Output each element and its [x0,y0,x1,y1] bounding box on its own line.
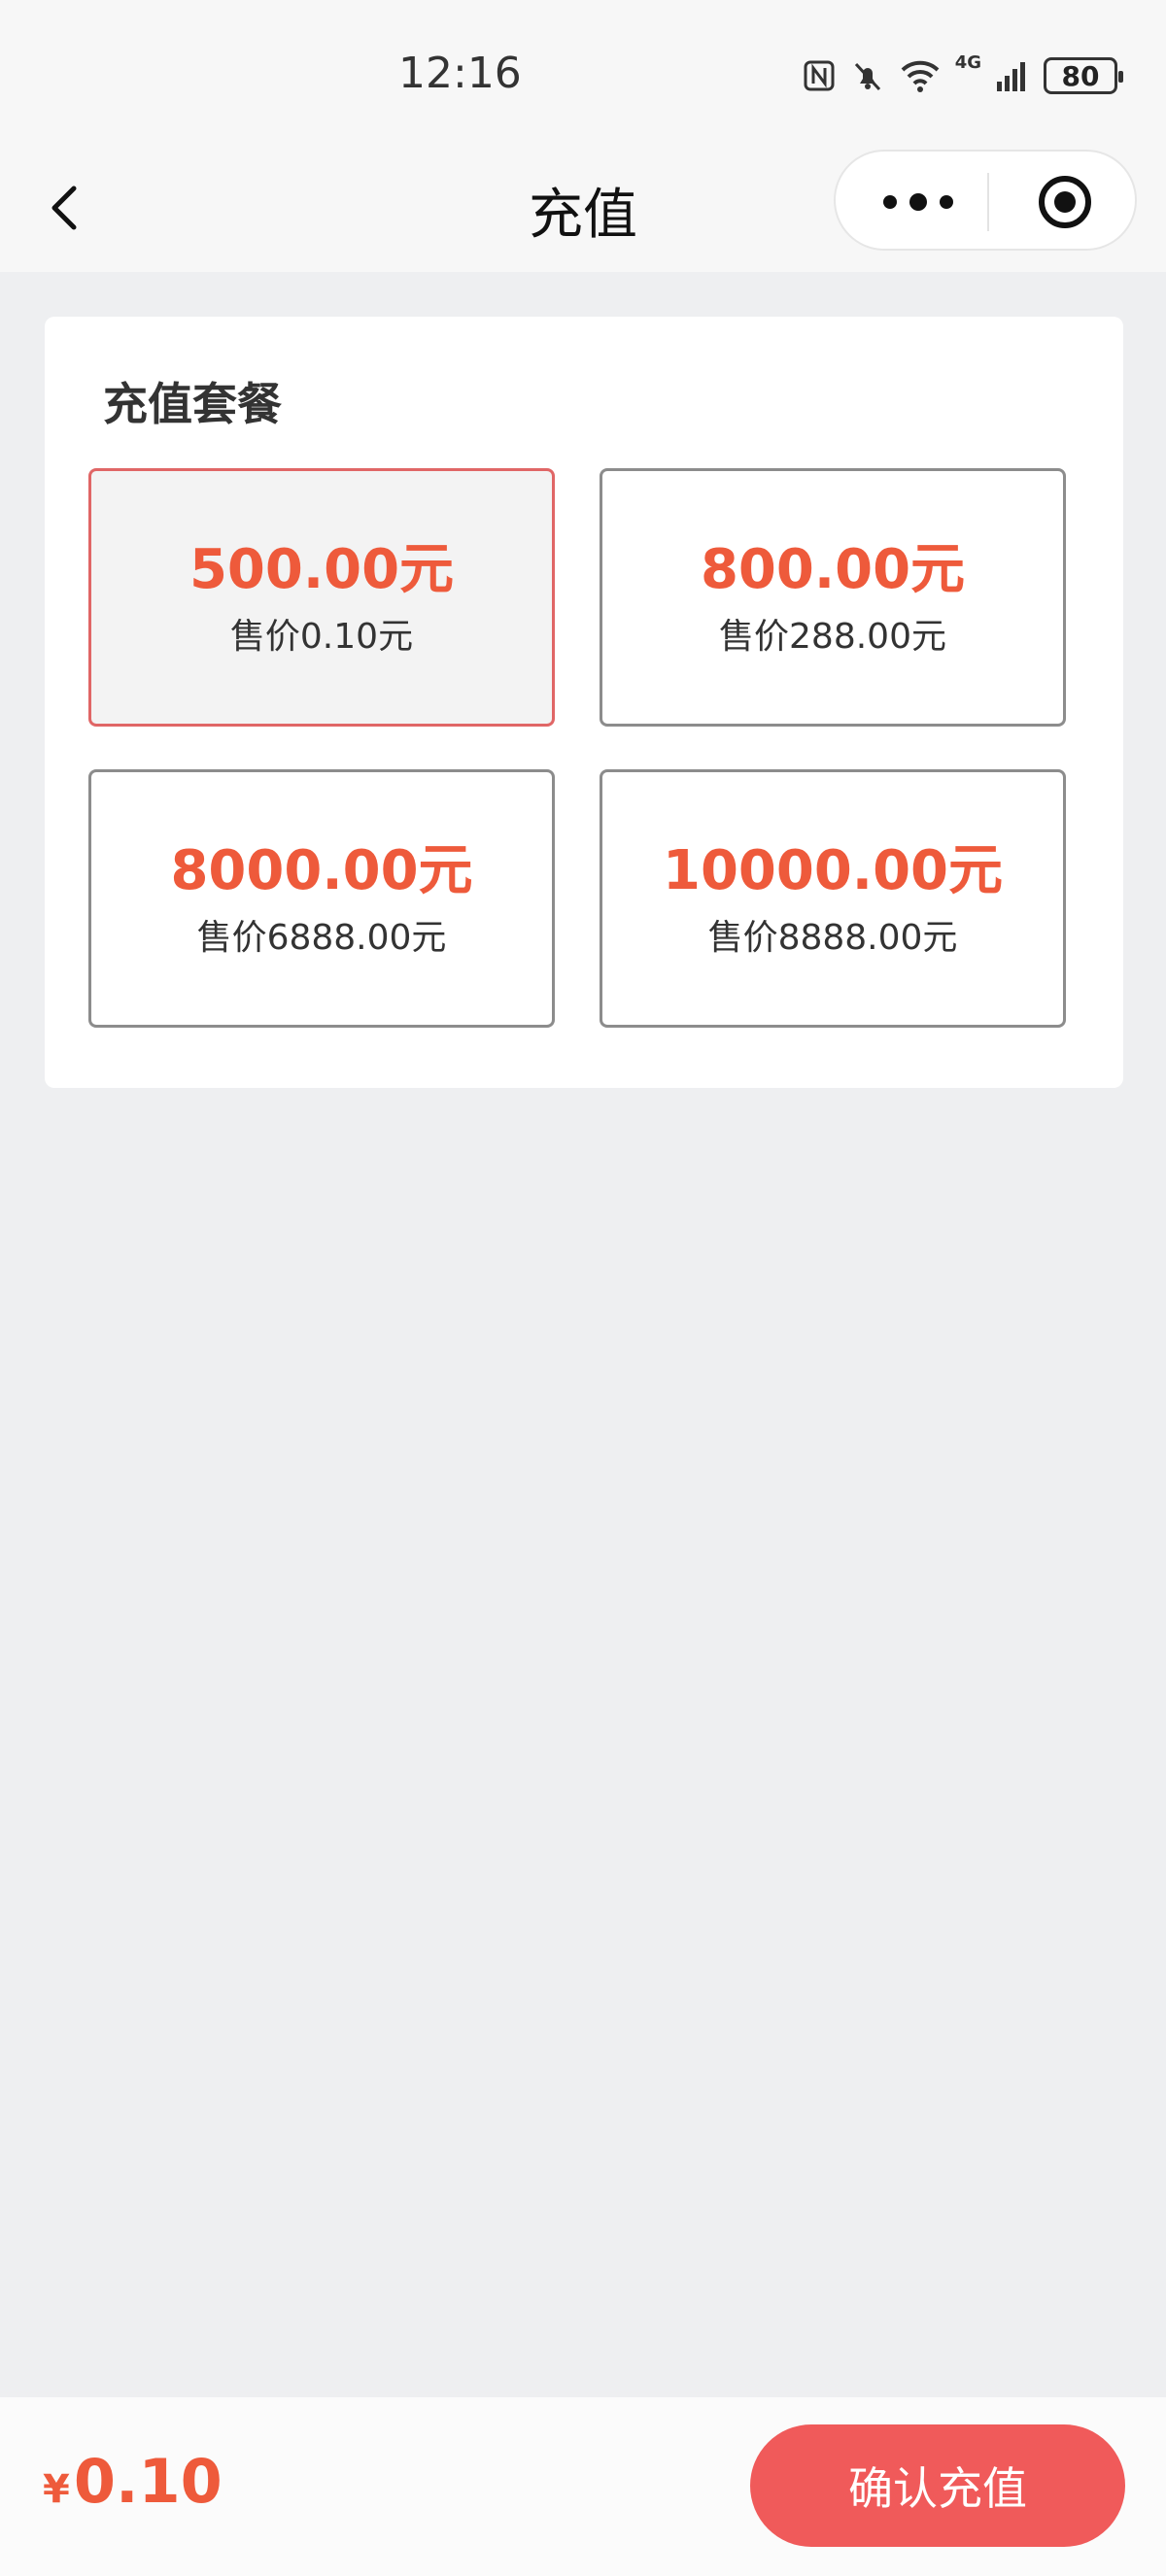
close-target-icon[interactable] [1036,173,1094,231]
status-icons: 4G 80 [802,52,1123,97]
total-price: ¥ 0.10 [43,2446,223,2517]
confirm-recharge-button[interactable]: 确认充值 [750,2424,1125,2547]
recharge-package-card: 充值套餐 500.00元 售价0.10元 800.00元 售价288.00元 8… [45,317,1123,1088]
mute-bell-icon [854,62,880,91]
battery-indicator: 80 [1044,57,1123,94]
network-type: 4G [954,52,981,73]
miniprogram-capsule [834,150,1137,251]
nav-bar: 充值 [0,146,1166,272]
package-amount: 8000.00元 [170,839,473,902]
bottom-bar: ¥ 0.10 确认充值 [0,2397,1166,2576]
section-title: 充值套餐 [103,378,282,430]
package-amount: 500.00元 [189,538,455,601]
package-amount: 10000.00元 [662,839,1004,902]
package-option-500[interactable]: 500.00元 售价0.10元 [88,468,555,727]
nfc-icon [804,60,835,91]
battery-level: 80 [1061,59,1100,92]
status-bar: 12:16 4G 80 [0,0,1166,155]
currency-symbol: ¥ [43,2467,70,2512]
package-amount: 800.00元 [700,538,966,601]
package-option-8000[interactable]: 8000.00元 售价6888.00元 [88,769,555,1028]
package-price: 售价288.00元 [719,617,946,657]
capsule-divider [987,173,989,231]
package-price: 售价0.10元 [229,617,414,657]
package-price: 售价6888.00元 [196,918,447,958]
package-option-800[interactable]: 800.00元 售价288.00元 [600,468,1066,727]
status-time: 12:16 [398,49,522,98]
wifi-icon [901,60,940,92]
signal-icon [997,62,1025,91]
more-dots-icon[interactable] [874,171,962,233]
package-price: 售价8888.00元 [707,918,958,958]
total-amount: 0.10 [73,2446,223,2517]
package-option-10000[interactable]: 10000.00元 售价8888.00元 [600,769,1066,1028]
